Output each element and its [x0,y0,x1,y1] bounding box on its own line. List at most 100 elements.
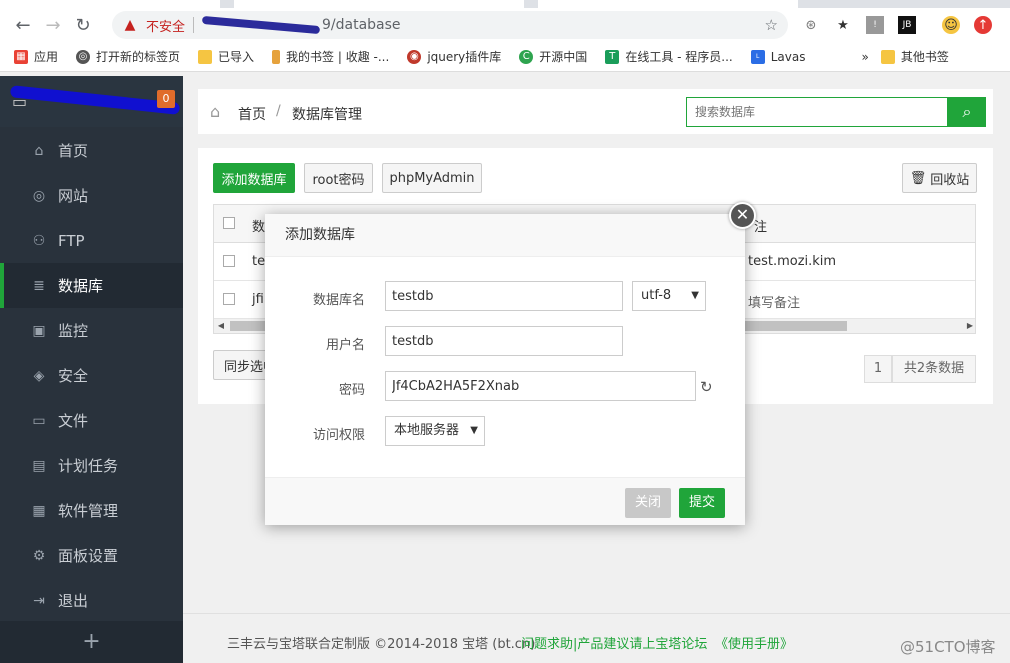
apps-icon: ▦ [32,502,46,519]
jquery-icon: ◉ [407,49,422,64]
sidebar-item-logout[interactable]: ⇥ 退出 [0,578,183,623]
row-checkbox[interactable] [223,293,235,305]
close-icon[interactable]: ✕ [729,202,756,229]
row-note[interactable]: test.mozi.kim [748,254,836,269]
row-note[interactable]: 填写备注 [748,292,800,311]
sidebar-item-ftp[interactable]: ⚇ FTP [0,218,183,263]
username-label: 用户名 [325,338,365,353]
bookmark-lavas[interactable]: L Lavas [750,49,805,64]
url-redaction [201,15,321,35]
back-icon[interactable]: ← [8,10,38,40]
oschina-icon: C [519,49,534,64]
globe-icon: ◎ [32,187,46,204]
sidebar-item-database[interactable]: ≣ 数据库 [0,263,183,308]
bookmark-imported[interactable]: 已导入 [198,48,254,65]
sidebar-add-button[interactable]: + [0,621,183,663]
access-select[interactable]: 本地服务器 ▼ [385,416,485,446]
bookmark-new-tab[interactable]: ◎ 打开新的标签页 [76,48,180,65]
monitor-icon: ▣ [32,322,46,339]
password-input[interactable] [385,371,696,401]
root-password-button[interactable]: root密码 [304,163,373,193]
sidebar-item-settings[interactable]: ⚙ 面板设置 [0,533,183,578]
footer-forum-link[interactable]: 问题求助|产品建议请上宝塔论坛 [521,633,707,652]
row-checkbox[interactable] [223,255,235,267]
modal-footer: 关闭 提交 [265,477,745,525]
server-header[interactable]: ▭ 0 [0,76,183,127]
sidebar-item-home[interactable]: ⌂ 首页 [0,128,183,173]
forward-icon[interactable]: → [38,10,68,40]
search-input[interactable] [686,97,948,127]
browser-tab[interactable] [538,0,798,8]
warning-icon: ▲ [124,17,136,33]
search-button[interactable]: ⌕ [948,97,986,127]
breadcrumb-separator: / [276,103,281,119]
header-name: 数 [252,220,266,235]
home-icon[interactable]: ⌂ [210,102,220,121]
footer-manual-link[interactable]: 《使用手册》 [715,633,793,652]
footer: 三丰云与宝塔联合定制版 ©2014-2018 宝塔 (bt.cn) 问题求助|产… [183,613,1010,663]
db-name-input[interactable] [385,281,623,311]
star-extension-icon[interactable]: ★ [834,16,852,34]
add-database-button[interactable]: 添加数据库 [213,163,295,193]
access-label: 访问权限 [312,428,365,443]
bookmarks-bar: ▦ 应用 ◎ 打开新的标签页 已导入 我的书签 | 收趣 -... ◉ jquery插… [0,42,1010,72]
charset-select[interactable]: utf-8 ▼ [632,281,706,311]
scroll-right-icon[interactable]: ▶ [963,319,975,333]
bookmark-oschina[interactable]: C 开源中国 [519,48,587,65]
sidebar-item-monitor[interactable]: ▣ 监控 [0,308,183,353]
database-icon: ≣ [33,277,45,294]
logout-icon: ⇥ [33,592,45,609]
bookmark-shouqu[interactable]: 我的书签 | 收趣 -... [272,48,389,65]
pagination-page[interactable]: 1 [864,355,892,383]
tools-icon: T [605,49,620,64]
recycle-bin-button[interactable]: 🗑 回收站 [902,163,977,193]
bookmark-jquery[interactable]: ◉ jquery插件库 [407,48,501,65]
sidebar-item-website[interactable]: ◎ 网站 [0,173,183,218]
sidebar-item-security[interactable]: ◈ 安全 [0,353,183,398]
gear-icon: ⚙ [32,547,46,564]
shield-icon: ◈ [33,367,45,384]
jetbrains-extension-icon[interactable]: JB [898,16,916,34]
refresh-password-icon[interactable]: ↻ [700,378,713,396]
username-input[interactable] [385,326,623,356]
close-button[interactable]: 关闭 [625,488,671,518]
bookmark-other[interactable]: 其他书签 [880,48,949,65]
footer-copyright: 三丰云与宝塔联合定制版 ©2014-2018 宝塔 (bt.cn) [227,637,536,652]
apps-icon: ▦ [14,49,28,64]
omnibox-divider [193,17,195,33]
select-all-checkbox[interactable] [223,217,235,229]
pagination-total: 共2条数据 [892,355,976,383]
sidebar: ▭ 0 ⌂ 首页 ◎ 网站 ⚇ FTP ≣ 数据库 ▣ 监控 ◈ 安全 ▭ 文件 ▤ 计划任务 … [0,76,183,663]
browser-toolbar: ← → ↻ ▲ 不安全 9/database ☆ ⊛ ★ ! JB ☺ ↑ [0,8,1010,42]
db-name-label: 数据库名 [312,293,365,308]
bookmark-star-icon[interactable]: ☆ [765,16,778,34]
reload-icon[interactable]: ↻ [68,10,98,40]
url-path: 9/database [322,17,401,33]
submit-button[interactable]: 提交 [679,488,725,518]
sidebar-item-files[interactable]: ▭ 文件 [0,398,183,443]
folder-icon [198,49,213,64]
breadcrumb-home[interactable]: 首页 [238,104,266,124]
folder-icon [880,49,895,64]
url-text: 9/database [201,15,401,35]
upload-extension-icon[interactable]: ↑ [974,16,992,34]
lavas-icon: L [750,49,765,64]
sidebar-item-software[interactable]: ▦ 软件管理 [0,488,183,533]
caret-down-icon: ▼ [470,425,478,436]
more-bookmarks-button[interactable]: » [861,50,868,64]
extension-icon[interactable]: ⊛ [802,16,820,34]
message-count-badge[interactable]: 0 [157,90,175,108]
phpmyadmin-button[interactable]: phpMyAdmin [382,163,482,193]
browser-tab[interactable] [0,0,220,8]
sidebar-item-cron[interactable]: ▤ 计划任务 [0,443,183,488]
bookmark-tools[interactable]: T 在线工具 - 程序员... [605,48,733,65]
bookmark-apps[interactable]: ▦ 应用 [14,48,58,65]
emoji-extension-icon[interactable]: ☺ [942,16,960,34]
scroll-left-icon[interactable]: ◀ [214,319,228,333]
watermark: @51CTO博客 [900,638,996,656]
browser-tab-active[interactable] [234,0,524,8]
alert-extension-icon[interactable]: ! [866,16,884,34]
address-bar[interactable]: ▲ 不安全 9/database ☆ [112,11,788,39]
header-note: 注 [754,220,768,235]
ftp-icon: ⚇ [32,232,46,249]
